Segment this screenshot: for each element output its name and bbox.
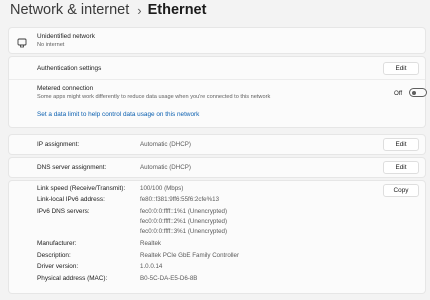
link-speed-value: 100/100 (Mbps) <box>140 185 184 192</box>
metered-toggle-state: Off <box>394 90 403 97</box>
set-data-limit-link[interactable]: Set a data limit to help control data us… <box>37 111 199 118</box>
ipv6-dns-value: fec0:0:0:ffff::1%1 (Unencrypted) <box>140 208 228 215</box>
breadcrumb-separator-icon: › <box>137 2 142 18</box>
toggle-knob <box>412 90 416 95</box>
network-name: Unidentified network <box>37 33 95 40</box>
page-title: Ethernet <box>147 2 207 18</box>
dns-assignment-card: DNS server assignment: Automatic (DHCP) … <box>9 158 425 177</box>
driver-version-label: Driver version: <box>37 263 79 270</box>
breadcrumb-parent[interactable]: Network & internet <box>10 2 129 18</box>
copy-button[interactable]: Copy <box>383 184 419 197</box>
ipv6-dns-label: IPv6 DNS servers: <box>37 208 90 215</box>
dns-assignment-edit-button[interactable]: Edit <box>383 161 419 174</box>
properties-card: Copy Link speed (Receive/Transmit): 100/… <box>9 181 425 293</box>
metered-connection-description: Some apps might work differently to redu… <box>37 94 271 100</box>
metered-connection-label: Metered connection <box>37 85 94 92</box>
description-value: Realtek PCIe GbE Family Controller <box>140 252 240 259</box>
ipv6-address-value: fe80::f381:9ff6:55f6:2cfe%13 <box>140 196 220 203</box>
ipv6-address-label: Link-local IPv6 address: <box>37 196 105 203</box>
ethernet-icon <box>17 35 27 53</box>
ipv6-dns-value: fec0:0:0:ffff::2%1 (Unencrypted) <box>140 218 228 225</box>
dns-assignment-label: DNS server assignment: <box>37 164 107 171</box>
divider <box>9 79 425 80</box>
settings-card: Authentication settings Edit Metered con… <box>9 57 427 127</box>
mac-address-value: B0-5C-DA-E5-D6-8B <box>140 275 198 282</box>
dns-assignment-value: Automatic (DHCP) <box>140 164 191 171</box>
link-speed-label: Link speed (Receive/Transmit): <box>37 185 126 192</box>
network-status: No internet <box>37 42 65 48</box>
manufacturer-label: Manufacturer: <box>37 240 77 247</box>
ip-assignment-edit-button[interactable]: Edit <box>383 138 419 151</box>
driver-version-value: 1.0.0.14 <box>140 263 163 270</box>
metered-connection-toggle[interactable] <box>409 88 427 97</box>
authentication-edit-button[interactable]: Edit <box>383 62 419 75</box>
ipv6-dns-value: fec0:0:0:ffff::3%1 (Unencrypted) <box>140 228 228 235</box>
mac-address-label: Physical address (MAC): <box>37 275 108 282</box>
manufacturer-value: Realtek <box>140 240 161 247</box>
ip-assignment-value: Automatic (DHCP) <box>140 141 191 148</box>
network-card: Unidentified network No internet <box>9 28 425 53</box>
ip-assignment-card: IP assignment: Automatic (DHCP) Edit <box>9 135 425 154</box>
authentication-settings-label: Authentication settings <box>37 65 102 72</box>
description-label: Description: <box>37 252 71 259</box>
breadcrumb: Network & internet › Ethernet <box>10 0 206 20</box>
ip-assignment-label: IP assignment: <box>37 141 80 148</box>
